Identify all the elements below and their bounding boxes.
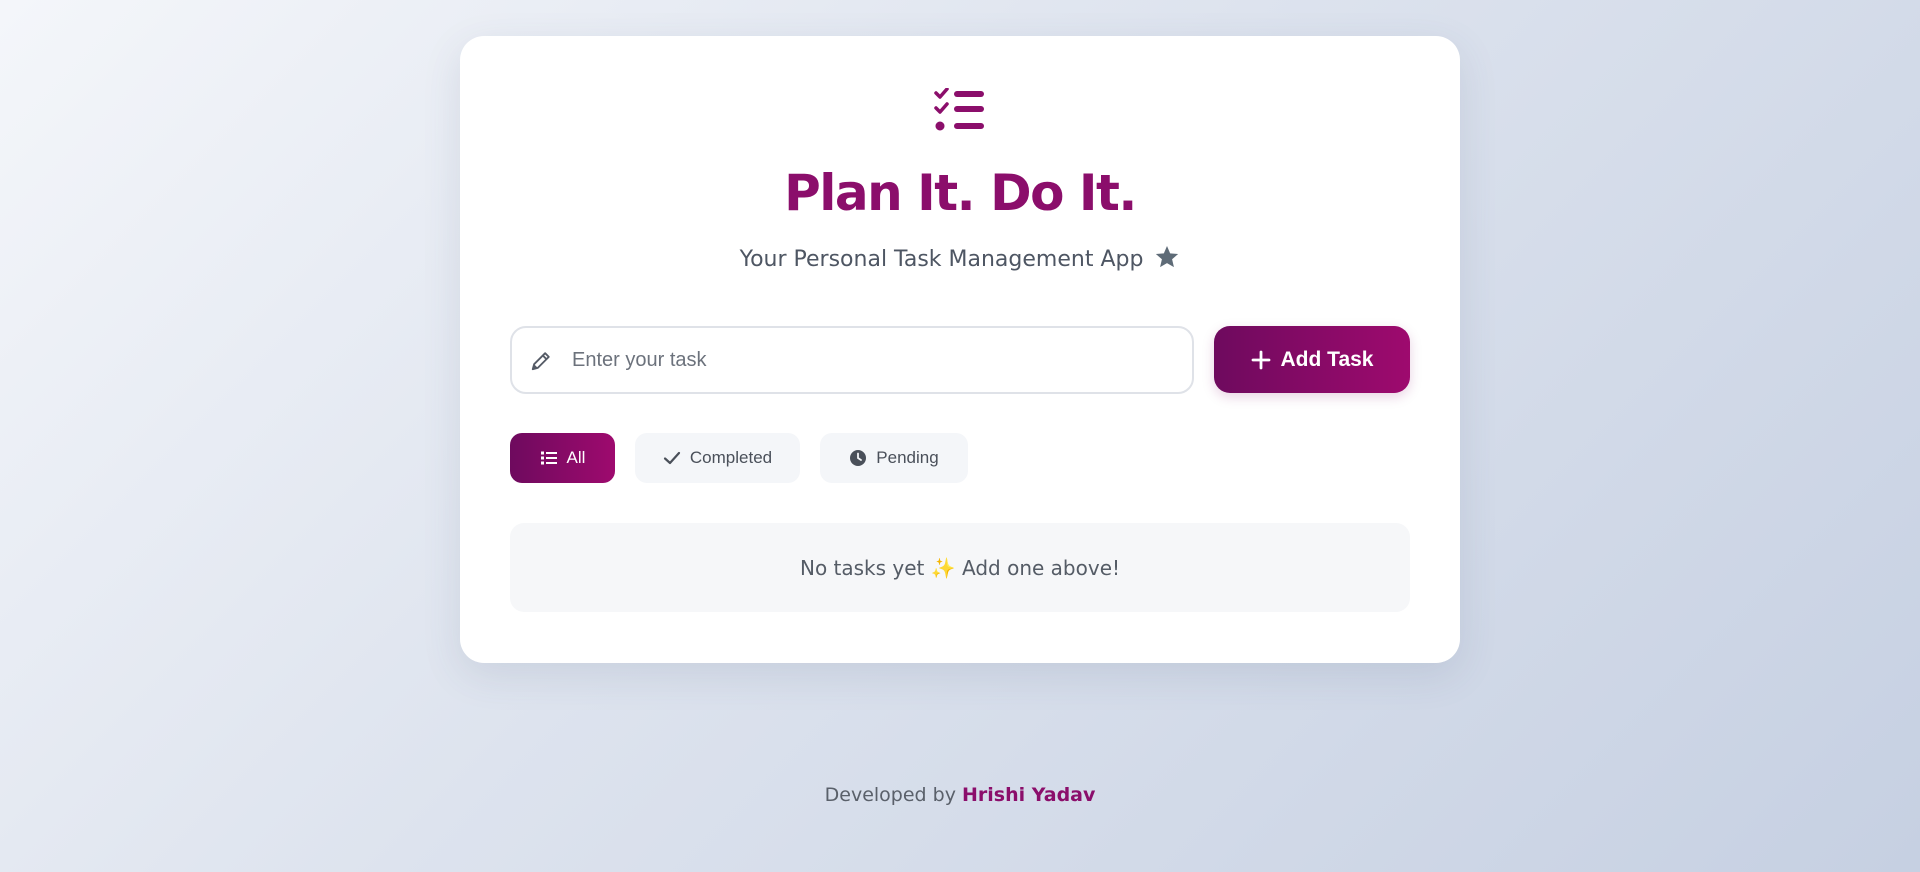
clock-icon bbox=[850, 450, 867, 466]
filter-completed-button[interactable]: Completed bbox=[635, 433, 800, 483]
add-task-label: Add Task bbox=[1280, 347, 1374, 371]
task-input-container bbox=[510, 326, 1194, 394]
filter-pending-button[interactable]: Pending bbox=[820, 433, 968, 483]
subtitle-text: Your Personal Task Management App bbox=[739, 247, 1144, 272]
empty-state-text: No tasks yet ✨ Add one above! bbox=[799, 555, 1121, 580]
pencil-icon bbox=[531, 352, 550, 371]
footer-author: Hrishi Yadav bbox=[961, 784, 1096, 806]
page-title: Plan It. Do It. bbox=[784, 164, 1137, 222]
empty-state-message: No tasks yet ✨ Add one above! bbox=[510, 523, 1410, 612]
filter-completed-label: Completed bbox=[689, 448, 773, 467]
star-icon bbox=[1156, 245, 1179, 268]
footer: Developed by Hrishi Yadav bbox=[0, 784, 1920, 806]
add-task-button[interactable]: Add Task bbox=[1214, 326, 1410, 393]
filter-pending-label: Pending bbox=[876, 448, 939, 467]
filter-all-button[interactable]: All bbox=[510, 433, 615, 483]
list-icon bbox=[540, 451, 557, 465]
page-subtitle: Your Personal Task Management App bbox=[0, 244, 1920, 275]
filter-all-label: All bbox=[566, 448, 586, 467]
task-input[interactable] bbox=[572, 328, 1182, 392]
plus-icon bbox=[1251, 350, 1270, 369]
check-icon bbox=[663, 451, 680, 465]
footer-prefix: Developed by bbox=[824, 784, 956, 806]
task-list-check-icon bbox=[934, 88, 984, 131]
